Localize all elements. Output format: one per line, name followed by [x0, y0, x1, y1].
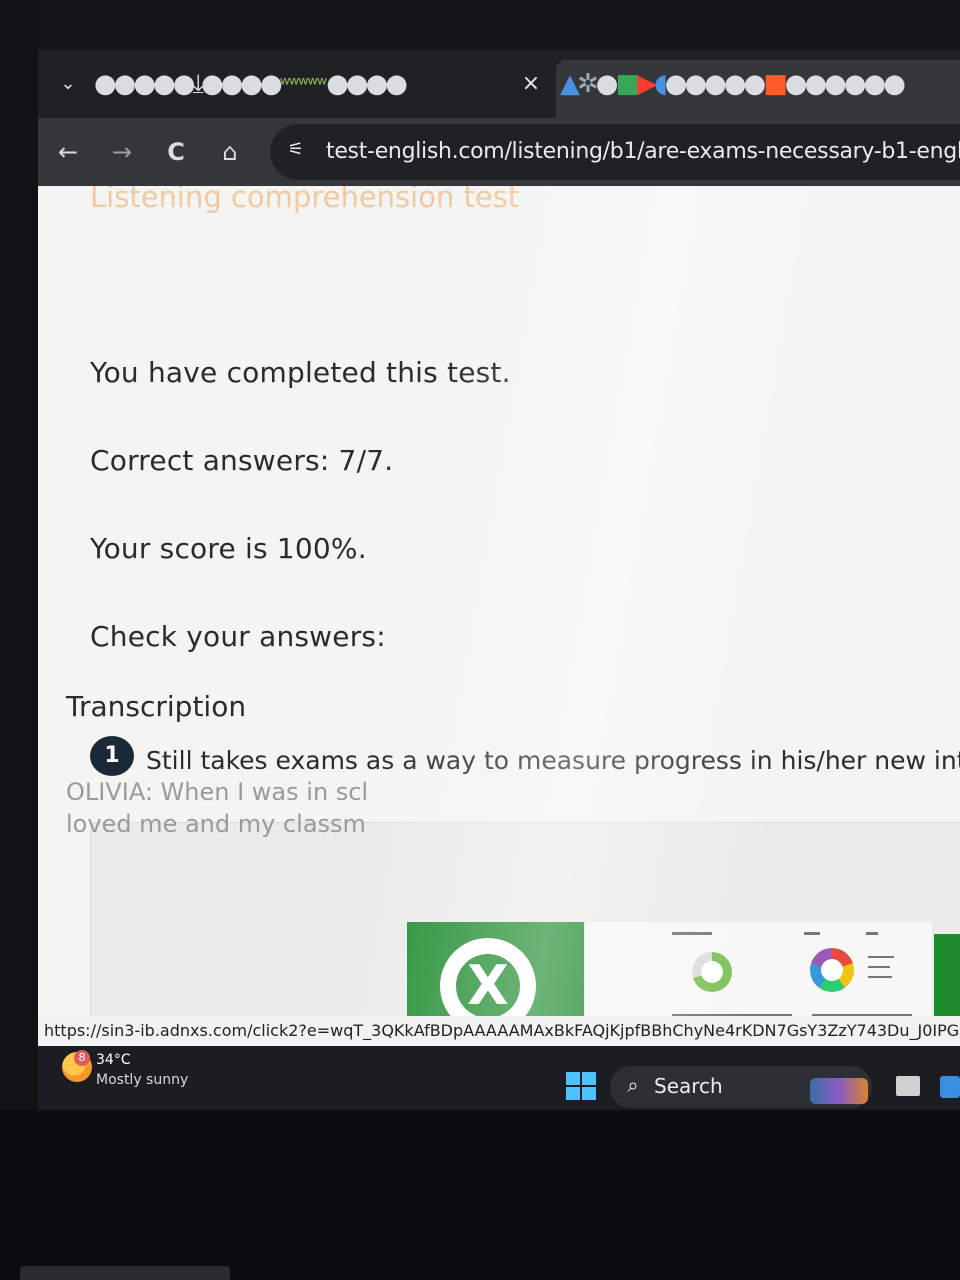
tab-favicon-icon[interactable]: ●	[596, 66, 619, 102]
search-highlight-icon[interactable]	[810, 1078, 868, 1104]
divider	[672, 932, 712, 935]
ad-logo-icon: X	[456, 954, 520, 1018]
download-icon[interactable]: ⤓	[192, 66, 203, 102]
weather-temperature[interactable]: 34°C	[96, 1052, 131, 1068]
pinned-tab-favicons[interactable]: ●●●●● ⤓ ●●●● ʷʷʷʷʷ ●●●●	[94, 66, 508, 102]
drive-icon[interactable]: ▲	[560, 66, 580, 102]
photo-device-edge	[20, 1266, 230, 1280]
divider	[866, 932, 878, 935]
transcription-text: OLIVIA: When I was in sch loved me and m…	[66, 776, 366, 840]
photo-bezel-top	[0, 0, 960, 50]
transcription-title[interactable]: Transcription	[66, 690, 246, 723]
youtube-icon[interactable]: ▶	[637, 66, 657, 102]
notification-badge: 8	[74, 1050, 90, 1066]
divider	[804, 932, 820, 935]
url-text[interactable]: test-english.com/listening/b1/are-exams-…	[326, 136, 960, 168]
question-number-badge: 1	[90, 736, 134, 776]
page-title: Listening comprehension test	[90, 186, 520, 214]
correct-answers-text: Correct answers: 7/7.	[90, 444, 394, 477]
close-icon[interactable]: ×	[518, 70, 544, 98]
question-text: Still takes exams as a way to measure pr…	[146, 746, 960, 775]
site-settings-icon[interactable]: ⚟	[284, 138, 308, 162]
tab-favicon-icon[interactable]: ●●●●●	[94, 66, 195, 102]
photo-bezel-left	[0, 0, 38, 1110]
home-button[interactable]: ⌂	[212, 134, 248, 170]
app-icon[interactable]	[940, 1076, 960, 1098]
back-button[interactable]: ←	[50, 134, 86, 170]
divider	[868, 956, 894, 958]
tab-favicons-right[interactable]: ▲ ✲ ● ■ ▶ ◖ ●●●●● ■ ●●●●●●	[560, 66, 960, 102]
task-view-icon[interactable]	[896, 1076, 920, 1096]
forward-button[interactable]: →	[104, 134, 140, 170]
transcription-line: OLIVIA: When I was in sch	[66, 778, 366, 806]
check-answers-heading: Check your answers:	[90, 620, 386, 653]
divider	[868, 966, 890, 968]
chevron-down-icon[interactable]: ⌄	[54, 70, 82, 98]
tab-favicon-icon[interactable]: ●●●●●	[665, 66, 766, 102]
transcription-line: loved me and my classm	[66, 810, 366, 838]
status-bar-url: https://sin3-ib.adnxs.com/click2?e=wqT_3…	[38, 1016, 960, 1046]
score-text: Your score is 100%.	[90, 532, 367, 565]
tab-favicon-icon[interactable]: ■	[615, 66, 640, 102]
page-content: Listening comprehension test You have co…	[38, 186, 960, 1016]
tab-favicon-icon[interactable]: ●●●●	[326, 66, 408, 102]
photo-bezel-bottom	[0, 1110, 960, 1280]
tab-favicon-icon[interactable]: ●●●●	[201, 66, 283, 102]
chart-donut-hole	[821, 959, 843, 981]
weather-condition[interactable]: Mostly sunny	[96, 1072, 188, 1088]
tab-favicon-icon[interactable]: ●●●●●●	[785, 66, 906, 102]
tab-favicon-icon[interactable]: ■	[763, 66, 788, 102]
tab-favicon-icon[interactable]: ʷʷʷʷʷ	[280, 66, 328, 102]
windows-start-icon[interactable]	[566, 1072, 596, 1100]
tab-favicon-icon[interactable]: ◖	[654, 66, 668, 102]
chart-donut-hole	[701, 961, 723, 983]
divider	[868, 976, 892, 978]
completion-message: You have completed this test.	[90, 356, 511, 389]
search-label[interactable]: Search	[654, 1074, 723, 1098]
tab-favicon-icon[interactable]: ✲	[577, 66, 599, 102]
reload-button[interactable]: C	[158, 134, 194, 170]
search-icon[interactable]: ⌕	[622, 1074, 644, 1096]
